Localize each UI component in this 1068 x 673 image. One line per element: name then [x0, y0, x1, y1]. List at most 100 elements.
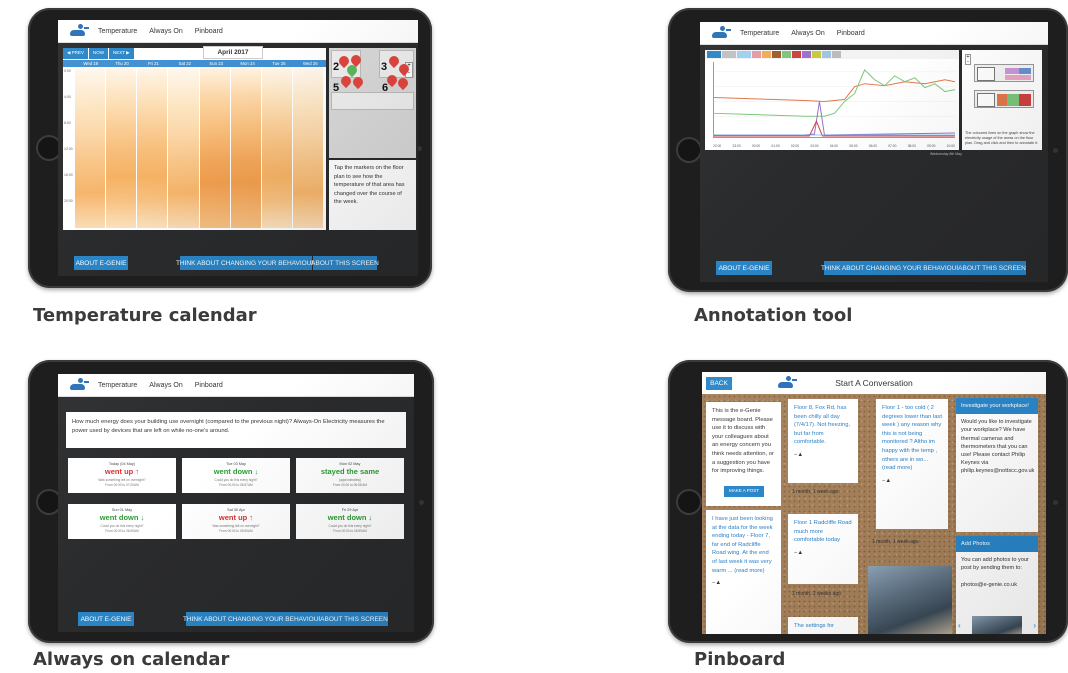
palette-swatch[interactable]	[802, 51, 811, 58]
about-screen-button[interactable]: ABOUT THIS SCREEN	[311, 256, 379, 270]
arrow-down-icon: ↓	[252, 467, 259, 476]
day-column[interactable]	[137, 67, 168, 228]
night-card[interactable]: Sun 01 May went down ↓ Could you do this e…	[68, 504, 176, 539]
temp-marker[interactable]	[395, 75, 411, 91]
nav-always-on[interactable]: Always On	[149, 28, 182, 35]
think-about-button[interactable]: THINK ABOUT CHANGING YOUR BEHAVIOUR	[183, 612, 323, 626]
nav-temperature[interactable]: Temperature	[740, 30, 779, 37]
x-tick-label: 04:00	[829, 144, 839, 148]
nav-temperature[interactable]: Temperature	[98, 382, 137, 389]
palette-swatch[interactable]	[832, 51, 841, 58]
now-button[interactable]: NOW	[88, 48, 108, 59]
tablet-annotation: Temperature Always On Pinboard 22:00 23:…	[668, 8, 1068, 292]
card-day: Sat 30 Apr	[227, 508, 245, 512]
always-on-question: How much energy does your building use o…	[66, 412, 406, 448]
nav-pinboard[interactable]: Pinboard	[837, 30, 865, 37]
night-card[interactable]: Fri 29 Apr went down ↓ Could you do this e…	[296, 504, 404, 539]
floor-plan-tip: Tap the markers on the floor plan to see…	[329, 160, 416, 230]
think-about-button[interactable]: THINK ABOUT CHANGING YOUR BEHAVIOUR	[821, 261, 961, 275]
think-about-button[interactable]: THINK ABOUT CHANGING YOUR BEHAVIOUR	[176, 256, 316, 270]
floor-plan-map[interactable]: + - 2 3 5 6	[329, 48, 416, 158]
post-note[interactable]: Floor 8, Fox Rd, has been chilly all day…	[788, 399, 858, 483]
arrow-down-icon: ↓	[366, 513, 373, 522]
arrow-up-icon: ↑	[247, 513, 254, 522]
day-header: Thu 20	[115, 61, 129, 66]
photos-email[interactable]: photos@e-genie.co.uk	[961, 582, 1017, 588]
palette-swatch[interactable]	[792, 51, 801, 58]
about-egenie-button[interactable]: ABOUT E-GENIE	[716, 261, 772, 275]
palette-swatch[interactable]	[762, 51, 771, 58]
day-header: Wed 19	[83, 61, 99, 66]
annotation-chart[interactable]: 22:00 23:00 00:00 01:00 02:00 03:00 04:00 05:00…	[705, 50, 959, 150]
prev-button[interactable]: ◀ PREV	[63, 48, 88, 59]
post-text: Floor 8, Fox Rd, has been chilly all day…	[794, 405, 851, 446]
palette-swatch[interactable]	[782, 51, 791, 58]
night-card[interactable]: Today (04 May) went up ↑ Was something lef…	[68, 458, 176, 493]
day-column[interactable]	[261, 67, 292, 228]
card-day: Sun 01 May	[111, 508, 133, 512]
card-range: From 00:00 to 06:57AM	[219, 483, 253, 487]
pinboard-header: BACK Start A Conversation	[702, 372, 1046, 394]
camera-icon	[1053, 148, 1058, 153]
make-post-button[interactable]: MAKE A POST	[724, 486, 764, 497]
photos-title: Add Photos	[956, 536, 1038, 553]
about-egenie-button[interactable]: ABOUT E-GENIE	[78, 612, 134, 626]
night-card[interactable]: Sat 30 Apr went up ↑ Was something left on…	[182, 504, 290, 539]
next-arrow-icon[interactable]: ›	[1033, 621, 1036, 630]
card-status: went down ↓	[213, 467, 259, 476]
card-status: went down ↓	[99, 513, 145, 522]
day-column[interactable]	[106, 67, 137, 228]
card-question: Was something left on overnight?	[212, 524, 260, 528]
annotation-floorplan[interactable]: + - The coloured lines on the graph show …	[962, 50, 1042, 150]
nav-pinboard[interactable]: Pinboard	[195, 28, 223, 35]
palette-swatch[interactable]	[752, 51, 761, 58]
day-column[interactable]	[199, 67, 230, 228]
egenie-logo	[68, 377, 90, 393]
zone-label: 2	[333, 61, 340, 73]
nav-temperature[interactable]: Temperature	[98, 28, 137, 35]
next-button[interactable]: NEXT ▶	[108, 48, 134, 59]
pin-icon: −▲	[882, 477, 892, 484]
photos-thumbnail[interactable]	[972, 616, 1022, 634]
day-column[interactable]	[168, 67, 199, 228]
post-text: The settings for	[794, 623, 834, 629]
post-note[interactable]: Floor 1 Radcliffe Road much more comfort…	[788, 514, 858, 584]
card-status: went up ↑	[104, 467, 140, 476]
about-egenie-button[interactable]: ABOUT E-GENIE	[74, 256, 128, 270]
usage-plot[interactable]	[713, 62, 956, 138]
day-column[interactable]	[292, 67, 323, 228]
post-note[interactable]: Floor 1 - too cold ( 2 degrees lower tha…	[876, 399, 948, 529]
app-nav: Temperature Always On Pinboard	[58, 20, 418, 43]
card-range: From 00:00 to 06:59AM	[219, 529, 253, 533]
floor-map[interactable]	[974, 90, 1034, 108]
night-card[interactable]: Mon 02 May stayed the same (approximately)…	[296, 458, 404, 493]
palette-swatch[interactable]	[707, 51, 721, 58]
pin-icon: −▲	[794, 549, 804, 556]
tablet-temperature: Temperature Always On Pinboard ◀ PREV NO…	[28, 8, 432, 288]
night-card[interactable]: Tue 03 May went down ↓ Could you do this e…	[182, 458, 290, 493]
about-screen-button[interactable]: ABOUT THIS SCREEN	[320, 612, 388, 626]
card-range: From 00:00 to 07:00AM	[105, 483, 139, 487]
palette-swatch[interactable]	[737, 51, 751, 58]
post-meta: 1 month, 2 weeks ago	[792, 591, 841, 597]
palette-swatch[interactable]	[772, 51, 781, 58]
day-column[interactable]	[75, 67, 106, 228]
about-screen-button[interactable]: ABOUT THIS SCREEN	[958, 261, 1026, 275]
nav-pinboard[interactable]: Pinboard	[195, 382, 223, 389]
x-tick-label: 02:00	[790, 144, 800, 148]
post-note[interactable]: I have just been looking at the data for…	[706, 510, 781, 634]
prev-arrow-icon[interactable]: ‹	[958, 621, 961, 630]
palette-swatch[interactable]	[822, 51, 831, 58]
palette-swatch[interactable]	[722, 51, 736, 58]
nav-always-on[interactable]: Always On	[149, 382, 182, 389]
palette-swatch[interactable]	[812, 51, 821, 58]
home-button	[676, 488, 702, 515]
post-text: Floor 1 - too cold ( 2 degrees lower tha…	[882, 405, 942, 472]
zoom-control[interactable]: + -	[965, 54, 971, 65]
post-photo[interactable]	[868, 566, 952, 634]
post-note[interactable]: The settings for	[788, 617, 858, 634]
heatmap-grid[interactable]	[75, 67, 324, 228]
floor-map[interactable]	[974, 64, 1034, 82]
nav-always-on[interactable]: Always On	[791, 30, 824, 37]
day-column[interactable]	[230, 67, 261, 228]
